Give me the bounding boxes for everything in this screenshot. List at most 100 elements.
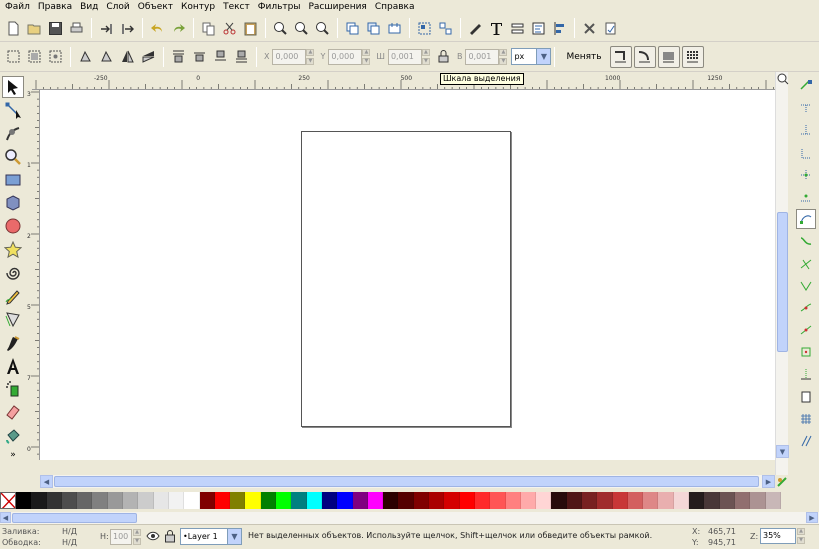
pencil-tool-icon[interactable] — [2, 285, 24, 307]
snap-enable-icon[interactable] — [796, 76, 816, 96]
height-spinner[interactable]: ▲ ▼ — [499, 48, 508, 65]
menu-filters[interactable]: Фильтры — [257, 0, 308, 15]
align-distribute-icon[interactable] — [550, 19, 569, 38]
color-swatch[interactable] — [214, 492, 231, 509]
menu-layer[interactable]: Слой — [105, 0, 136, 15]
snap-bbox-edges-icon[interactable] — [796, 120, 816, 140]
paint-bucket-tool-icon[interactable] — [2, 425, 24, 447]
color-managed-view-icon[interactable] — [776, 476, 788, 491]
text-font-icon[interactable] — [487, 19, 506, 38]
scale-corners-button[interactable] — [633, 45, 656, 68]
snap-page-border-icon[interactable] — [796, 387, 816, 407]
color-swatch[interactable] — [321, 492, 338, 509]
zoom-field[interactable]: 35% — [760, 528, 796, 544]
group-icon[interactable] — [415, 19, 434, 38]
menu-text[interactable]: Текст — [222, 0, 257, 15]
color-swatch[interactable] — [536, 492, 552, 509]
node-tool-icon[interactable] — [2, 99, 24, 121]
color-swatch[interactable] — [276, 492, 292, 509]
snap-intersections-icon[interactable] — [796, 254, 816, 274]
move-gradients-button[interactable] — [657, 45, 680, 68]
text-tool-icon[interactable] — [2, 355, 24, 377]
chevron-down-icon[interactable]: ▼ — [536, 49, 551, 64]
zoom-page-icon[interactable] — [313, 19, 332, 38]
zoom-drawing-icon[interactable] — [292, 19, 311, 38]
new-document-icon[interactable] — [4, 19, 23, 38]
color-swatch[interactable] — [581, 492, 598, 509]
menu-edit[interactable]: Правка — [37, 0, 79, 15]
cut-icon[interactable] — [220, 19, 239, 38]
snap-midpoints-icon[interactable] — [796, 320, 816, 340]
lower-icon[interactable] — [211, 47, 230, 66]
color-swatch[interactable] — [658, 492, 674, 509]
color-swatch[interactable] — [566, 492, 582, 509]
x-spinner[interactable]: ▲ ▼ — [306, 48, 315, 65]
horizontal-scrollbar[interactable]: ◀ ▶ — [40, 475, 775, 488]
color-swatch[interactable] — [398, 492, 414, 509]
color-swatch[interactable] — [704, 492, 720, 509]
zoom-tool-icon[interactable] — [2, 146, 24, 168]
unit-select[interactable]: px ▼ — [511, 48, 552, 65]
fill-value[interactable]: Н/Д — [62, 527, 77, 536]
color-swatch[interactable] — [367, 492, 384, 509]
save-icon[interactable] — [46, 19, 65, 38]
color-swatch[interactable] — [31, 492, 47, 509]
color-swatch[interactable] — [260, 492, 277, 509]
x-field[interactable]: 0,000 — [272, 48, 307, 65]
raise-icon[interactable] — [190, 47, 209, 66]
snap-paths-icon[interactable] — [796, 231, 816, 251]
rotate-cw-icon[interactable] — [97, 47, 116, 66]
preferences-icon[interactable] — [580, 19, 599, 38]
color-swatch[interactable] — [597, 492, 613, 509]
snap-bbox-corners-icon[interactable] — [796, 143, 816, 163]
color-swatch[interactable] — [337, 492, 353, 509]
width-field[interactable]: 0,001 — [387, 48, 422, 65]
print-icon[interactable] — [67, 19, 86, 38]
zoom-selection-icon[interactable] — [271, 19, 290, 38]
undo-icon[interactable] — [148, 19, 167, 38]
color-swatch[interactable] — [352, 492, 368, 509]
rotate-ccw-icon[interactable] — [76, 47, 95, 66]
selector-tool-icon[interactable] — [2, 76, 24, 98]
color-swatch[interactable] — [520, 492, 537, 509]
ungroup-icon[interactable] — [436, 19, 455, 38]
snap-bbox-centers-icon[interactable] — [796, 187, 816, 207]
chevron-down-icon[interactable]: ▼ — [227, 529, 241, 544]
pen-tool-icon[interactable] — [2, 309, 24, 331]
snap-guides-icon[interactable] — [796, 431, 816, 451]
color-swatch[interactable] — [750, 492, 766, 509]
snap-bbox-midpoints-icon[interactable] — [796, 165, 816, 185]
flip-horizontal-icon[interactable] — [118, 47, 137, 66]
color-swatch[interactable] — [643, 492, 659, 509]
menu-help[interactable]: Справка — [374, 0, 422, 15]
palette-scroll-left-button[interactable]: ◀ — [0, 512, 11, 523]
paste-icon[interactable] — [241, 19, 260, 38]
snap-rotation-centers-icon[interactable] — [796, 364, 816, 384]
palette-scroll-thumb[interactable] — [12, 513, 137, 523]
y-spinner[interactable]: ▲ ▼ — [362, 48, 371, 65]
flip-vertical-icon[interactable] — [139, 47, 158, 66]
horizontal-scroll-thumb[interactable] — [54, 476, 759, 487]
xml-editor-icon[interactable] — [529, 19, 548, 38]
color-swatch[interactable] — [230, 492, 246, 509]
export-icon[interactable] — [118, 19, 137, 38]
eye-icon[interactable] — [146, 529, 160, 546]
color-swatch[interactable] — [383, 492, 399, 509]
y-field[interactable]: 0,000 — [328, 48, 363, 65]
vertical-ruler[interactable]: 3 1 2 5 7 0 — [26, 90, 40, 460]
snap-cusp-nodes-icon[interactable] — [796, 276, 816, 296]
ellipse-tool-icon[interactable] — [2, 216, 24, 238]
3d-box-tool-icon[interactable] — [2, 192, 24, 214]
star-tool-icon[interactable] — [2, 239, 24, 261]
menu-view[interactable]: Вид — [79, 0, 105, 15]
no-paint-swatch[interactable] — [0, 492, 16, 509]
menu-extensions[interactable]: Расширения — [307, 0, 373, 15]
color-swatch[interactable] — [61, 492, 78, 509]
opacity-field[interactable]: 100 — [110, 529, 132, 545]
rectangle-tool-icon[interactable] — [2, 169, 24, 191]
color-swatch[interactable] — [444, 492, 460, 509]
snap-bbox-icon[interactable] — [796, 98, 816, 118]
color-swatch[interactable] — [46, 492, 62, 509]
layer-select[interactable]: •Layer 1 ▼ — [180, 528, 242, 545]
color-swatch[interactable] — [153, 492, 169, 509]
